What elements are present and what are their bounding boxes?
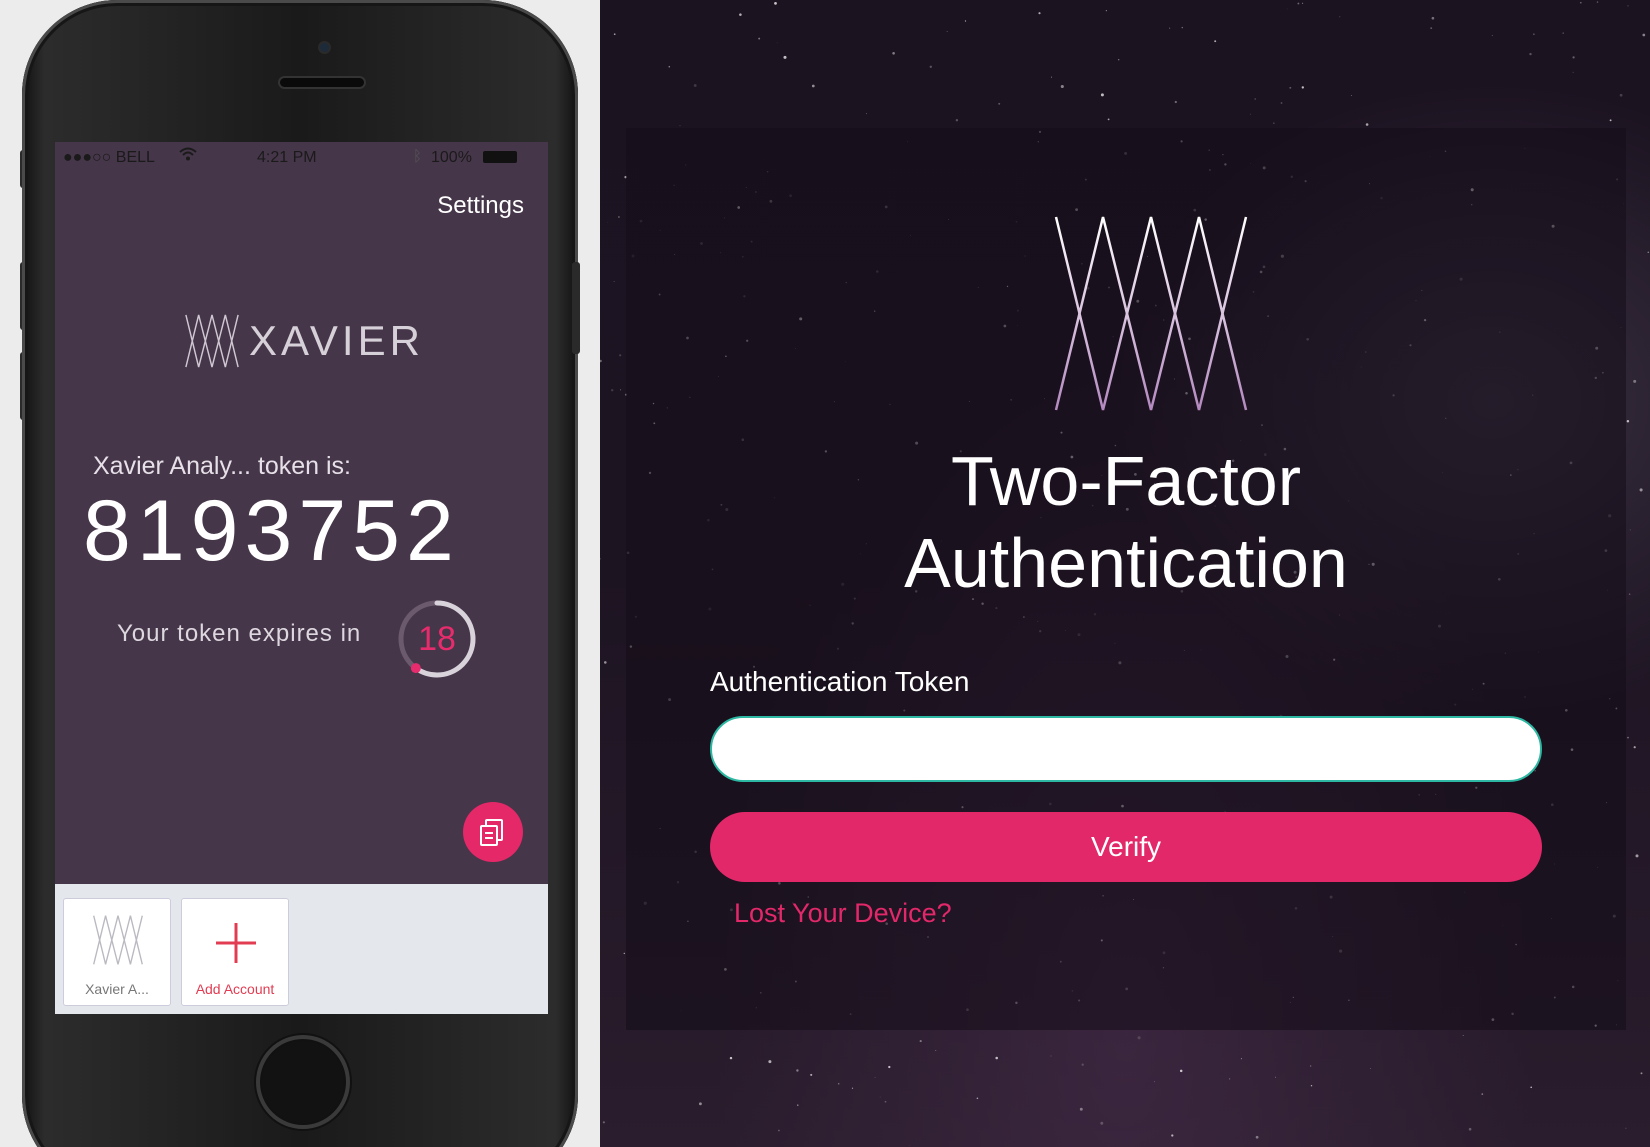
plus-icon <box>216 923 256 963</box>
xavier-brand: XAVIER <box>183 312 424 370</box>
phone-mockup-panel: ●●●○○ BELL 4:21 PM ᛒ 100% Settings XAVIE… <box>0 0 600 1147</box>
lost-device-link[interactable]: Lost Your Device? <box>734 898 952 929</box>
earpiece-speaker <box>280 78 364 87</box>
carrier-signal: ●●●○○ BELL <box>63 149 155 166</box>
authentication-token-input[interactable] <box>710 716 1542 782</box>
expires-label: Your token expires in <box>117 620 362 647</box>
wifi-icon <box>179 147 197 166</box>
home-button[interactable] <box>256 1035 350 1129</box>
phone-screen: ●●●○○ BELL 4:21 PM ᛒ 100% Settings XAVIE… <box>55 142 548 1014</box>
xavier-logo-icon <box>185 314 239 368</box>
copy-token-button[interactable] <box>463 802 523 862</box>
token-field-label: Authentication Token <box>710 666 970 697</box>
battery-percent: 100% <box>431 149 472 166</box>
title-line-1: Two-Factor <box>950 442 1302 520</box>
xavier-logo-icon <box>93 915 143 965</box>
add-account-label: Add Account <box>195 981 275 997</box>
xavier-logo-icon <box>1054 216 1248 411</box>
bluetooth-icon: ᛒ <box>413 148 423 165</box>
power-button <box>572 262 580 354</box>
brand-name: XAVIER <box>249 317 424 364</box>
status-bar: ●●●○○ BELL 4:21 PM ᛒ 100% <box>55 142 548 172</box>
status-time: 4:21 PM <box>257 149 317 166</box>
verify-button[interactable]: Verify <box>710 812 1542 882</box>
battery-icon <box>483 151 517 163</box>
page-title: Two-Factor Authentication <box>626 440 1626 604</box>
token-value: 8193752 <box>83 483 460 579</box>
title-line-2: Authentication <box>904 524 1348 602</box>
auth-card: Two-Factor Authentication Authentication… <box>626 128 1626 1030</box>
settings-link[interactable]: Settings <box>437 192 524 220</box>
countdown-timer: 18 <box>395 597 479 681</box>
two-factor-web-panel: Two-Factor Authentication Authentication… <box>600 0 1650 1147</box>
account-tile-label: Xavier A... <box>85 981 149 997</box>
token-label: Xavier Analy... token is: <box>93 452 351 480</box>
front-camera <box>320 43 329 52</box>
account-tile-xavier[interactable]: Xavier A... <box>63 898 171 1006</box>
account-tray: Xavier A... Add Account <box>55 884 548 1014</box>
copy-icon <box>480 819 503 846</box>
timer-seconds: 18 <box>418 620 456 658</box>
add-account-tile[interactable]: Add Account <box>181 898 289 1006</box>
